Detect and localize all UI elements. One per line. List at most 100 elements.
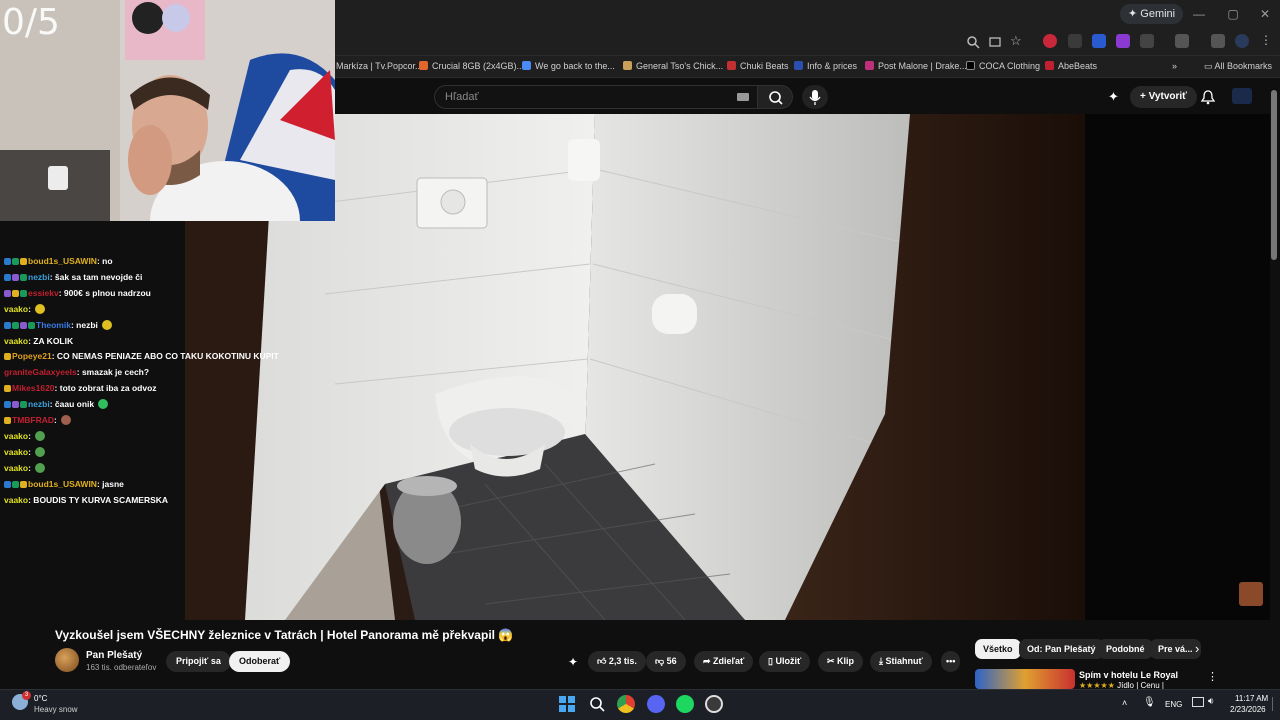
chat-username[interactable]: vaako — [4, 304, 28, 314]
channel-watermark[interactable] — [1239, 582, 1263, 606]
join-button[interactable]: Pripojiť sa — [166, 651, 231, 672]
webcam-counter: 0/5 — [2, 2, 60, 43]
sparkle-icon: ✦ — [1128, 8, 1141, 20]
ask-sparkle-icon[interactable]: ✦ — [568, 655, 578, 669]
chip-for-you[interactable]: Pre vá... — [1150, 639, 1201, 659]
taskbar-search-icon[interactable] — [588, 695, 606, 713]
chat-username[interactable]: Popeye21 — [12, 351, 52, 361]
keyboard-icon[interactable] — [737, 93, 749, 101]
weather-temperature[interactable]: 0°C — [34, 694, 47, 703]
bookmark-star-icon[interactable]: ☆ — [1010, 33, 1022, 49]
like-button[interactable]: 👍︎ 2,3 tis. — [588, 651, 646, 672]
chat-username[interactable]: nezbi — [28, 272, 50, 282]
extension-icon[interactable] — [1092, 34, 1106, 48]
media-icon[interactable] — [1211, 34, 1225, 48]
chat-username[interactable]: vaako — [4, 447, 28, 457]
ask-sparkle-icon[interactable]: ✦ — [1108, 89, 1119, 105]
all-bookmarks[interactable]: ▭ All Bookmarks — [1204, 61, 1272, 72]
chevron-right-icon[interactable]: › — [1195, 641, 1199, 656]
chat-username[interactable]: TMBFRAD — [12, 415, 54, 425]
chat-username[interactable]: boud1s_USAWIN — [28, 479, 97, 489]
chat-username[interactable]: boud1s_USAWIN — [28, 256, 97, 266]
bookmark-item[interactable]: General Tso's Chick... — [623, 61, 723, 71]
zoom-icon[interactable] — [966, 35, 980, 49]
bookmark-item[interactable]: Markíza | Tv.Popcor... — [336, 61, 423, 71]
chat-username[interactable]: vaako — [4, 431, 28, 441]
recommendation-thumbnail[interactable] — [975, 669, 1075, 689]
show-desktop-button[interactable] — [1272, 697, 1278, 711]
chat-username[interactable]: Mikes1620 — [12, 383, 55, 393]
recommendation-title[interactable]: Spím v hotelu Le Royal — [1079, 670, 1178, 680]
save-button[interactable]: ▯ Uložiť — [759, 651, 811, 672]
notifications-bell-icon[interactable] — [1200, 89, 1216, 105]
chat-text: : ZA KOLIK — [28, 335, 74, 346]
language-indicator[interactable]: ENG — [1165, 700, 1182, 709]
bookmark-item[interactable]: Chuki Beats — [727, 61, 789, 71]
clock-date[interactable]: 2/23/2026 — [1230, 705, 1266, 714]
clip-button[interactable]: ✂ Klip — [818, 651, 864, 672]
chat-username[interactable]: vaako — [4, 336, 28, 346]
chip-from-channel[interactable]: Od: Pan Plešatý — [1019, 639, 1104, 659]
chat-message: boud1s_USAWIN: jasne — [4, 479, 124, 489]
menu-icon[interactable]: ⋮ — [1260, 33, 1272, 47]
chat-badge-icon — [28, 321, 35, 329]
weather-description[interactable]: Heavy snow — [34, 705, 78, 714]
minimize-button[interactable]: — — [1184, 4, 1214, 24]
maximize-button[interactable]: ▢ — [1218, 4, 1248, 24]
profile-avatar[interactable] — [1235, 34, 1249, 48]
bookmark-item[interactable]: Crucial 8GB (2x4GB)... — [419, 61, 524, 71]
page-scrollbar[interactable] — [1271, 90, 1277, 260]
monitor-icon[interactable] — [1192, 697, 1204, 707]
more-actions-button[interactable]: ••• — [941, 651, 961, 672]
download-button[interactable]: ⤓ Stiahnuť — [870, 651, 932, 672]
create-button[interactable]: + Vytvoriť — [1130, 86, 1197, 108]
volume-icon[interactable]: 🔉︎ — [1208, 696, 1214, 707]
channel-name[interactable]: Pan Plešatý — [86, 650, 142, 661]
spotify-icon[interactable] — [676, 695, 694, 713]
share-button[interactable]: ➦ Zdieľať — [694, 651, 754, 672]
chat-text: : čaau onik — [49, 399, 95, 410]
voice-search-button[interactable] — [802, 85, 828, 109]
sidebar-icon[interactable] — [1175, 34, 1189, 48]
more-options-icon[interactable]: ⋮ — [1207, 670, 1218, 683]
bookmark-item[interactable]: Info & prices — [794, 61, 857, 71]
microphone-icon[interactable]: 🎙︎ — [1143, 697, 1156, 708]
app-icon[interactable] — [705, 695, 723, 713]
install-app-icon[interactable] — [988, 35, 1002, 49]
search-button[interactable] — [757, 85, 793, 109]
chat-username[interactable]: vaako — [4, 463, 28, 473]
extension-icon[interactable] — [1043, 34, 1057, 48]
extensions-puzzle-icon[interactable] — [1140, 34, 1154, 48]
chat-emote-icon — [34, 462, 45, 473]
chip-all[interactable]: Všetko — [975, 639, 1021, 659]
bookmark-item[interactable]: We go back to the... — [522, 61, 615, 71]
bookmark-item[interactable]: Post Malone | Drake... — [865, 61, 967, 71]
close-button[interactable]: ✕ — [1250, 4, 1280, 24]
windows-start-icon[interactable] — [558, 695, 576, 713]
chat-message: vaako: — [4, 462, 45, 473]
search-input[interactable]: Hľadať — [434, 85, 758, 109]
chat-badge-icon — [12, 480, 19, 488]
discord-icon[interactable] — [647, 695, 665, 713]
chat-badge-icon — [4, 480, 11, 488]
chat-username[interactable]: essiekv — [28, 288, 59, 298]
account-avatar[interactable] — [1232, 88, 1252, 104]
chat-badge-icon — [12, 321, 19, 329]
chevron-right-icon[interactable]: » — [1172, 61, 1177, 71]
bookmark-item[interactable]: AbeBeats — [1045, 61, 1097, 71]
chat-username[interactable]: Theomik — [36, 320, 71, 330]
chip-similar[interactable]: Podobné — [1098, 639, 1153, 659]
chat-username[interactable]: graniteGalaxyeels — [4, 367, 77, 377]
gemini-button[interactable]: ✦ Gemini — [1120, 4, 1184, 24]
chrome-icon[interactable] — [617, 695, 635, 713]
chevron-up-icon[interactable]: ˄ — [1122, 698, 1127, 708]
clock-time[interactable]: 11:17 AM — [1235, 694, 1268, 703]
dislike-button[interactable]: 👎︎ 56 — [646, 651, 686, 672]
chat-username[interactable]: nezbi — [28, 399, 50, 409]
chat-username[interactable]: vaako — [4, 495, 28, 505]
extension-icon[interactable] — [1068, 34, 1082, 48]
bookmark-item[interactable]: COCA Clothing — [966, 61, 1040, 71]
channel-avatar[interactable] — [55, 648, 79, 672]
subscribe-button[interactable]: Odoberať — [229, 651, 291, 672]
extension-icon[interactable] — [1116, 34, 1130, 48]
